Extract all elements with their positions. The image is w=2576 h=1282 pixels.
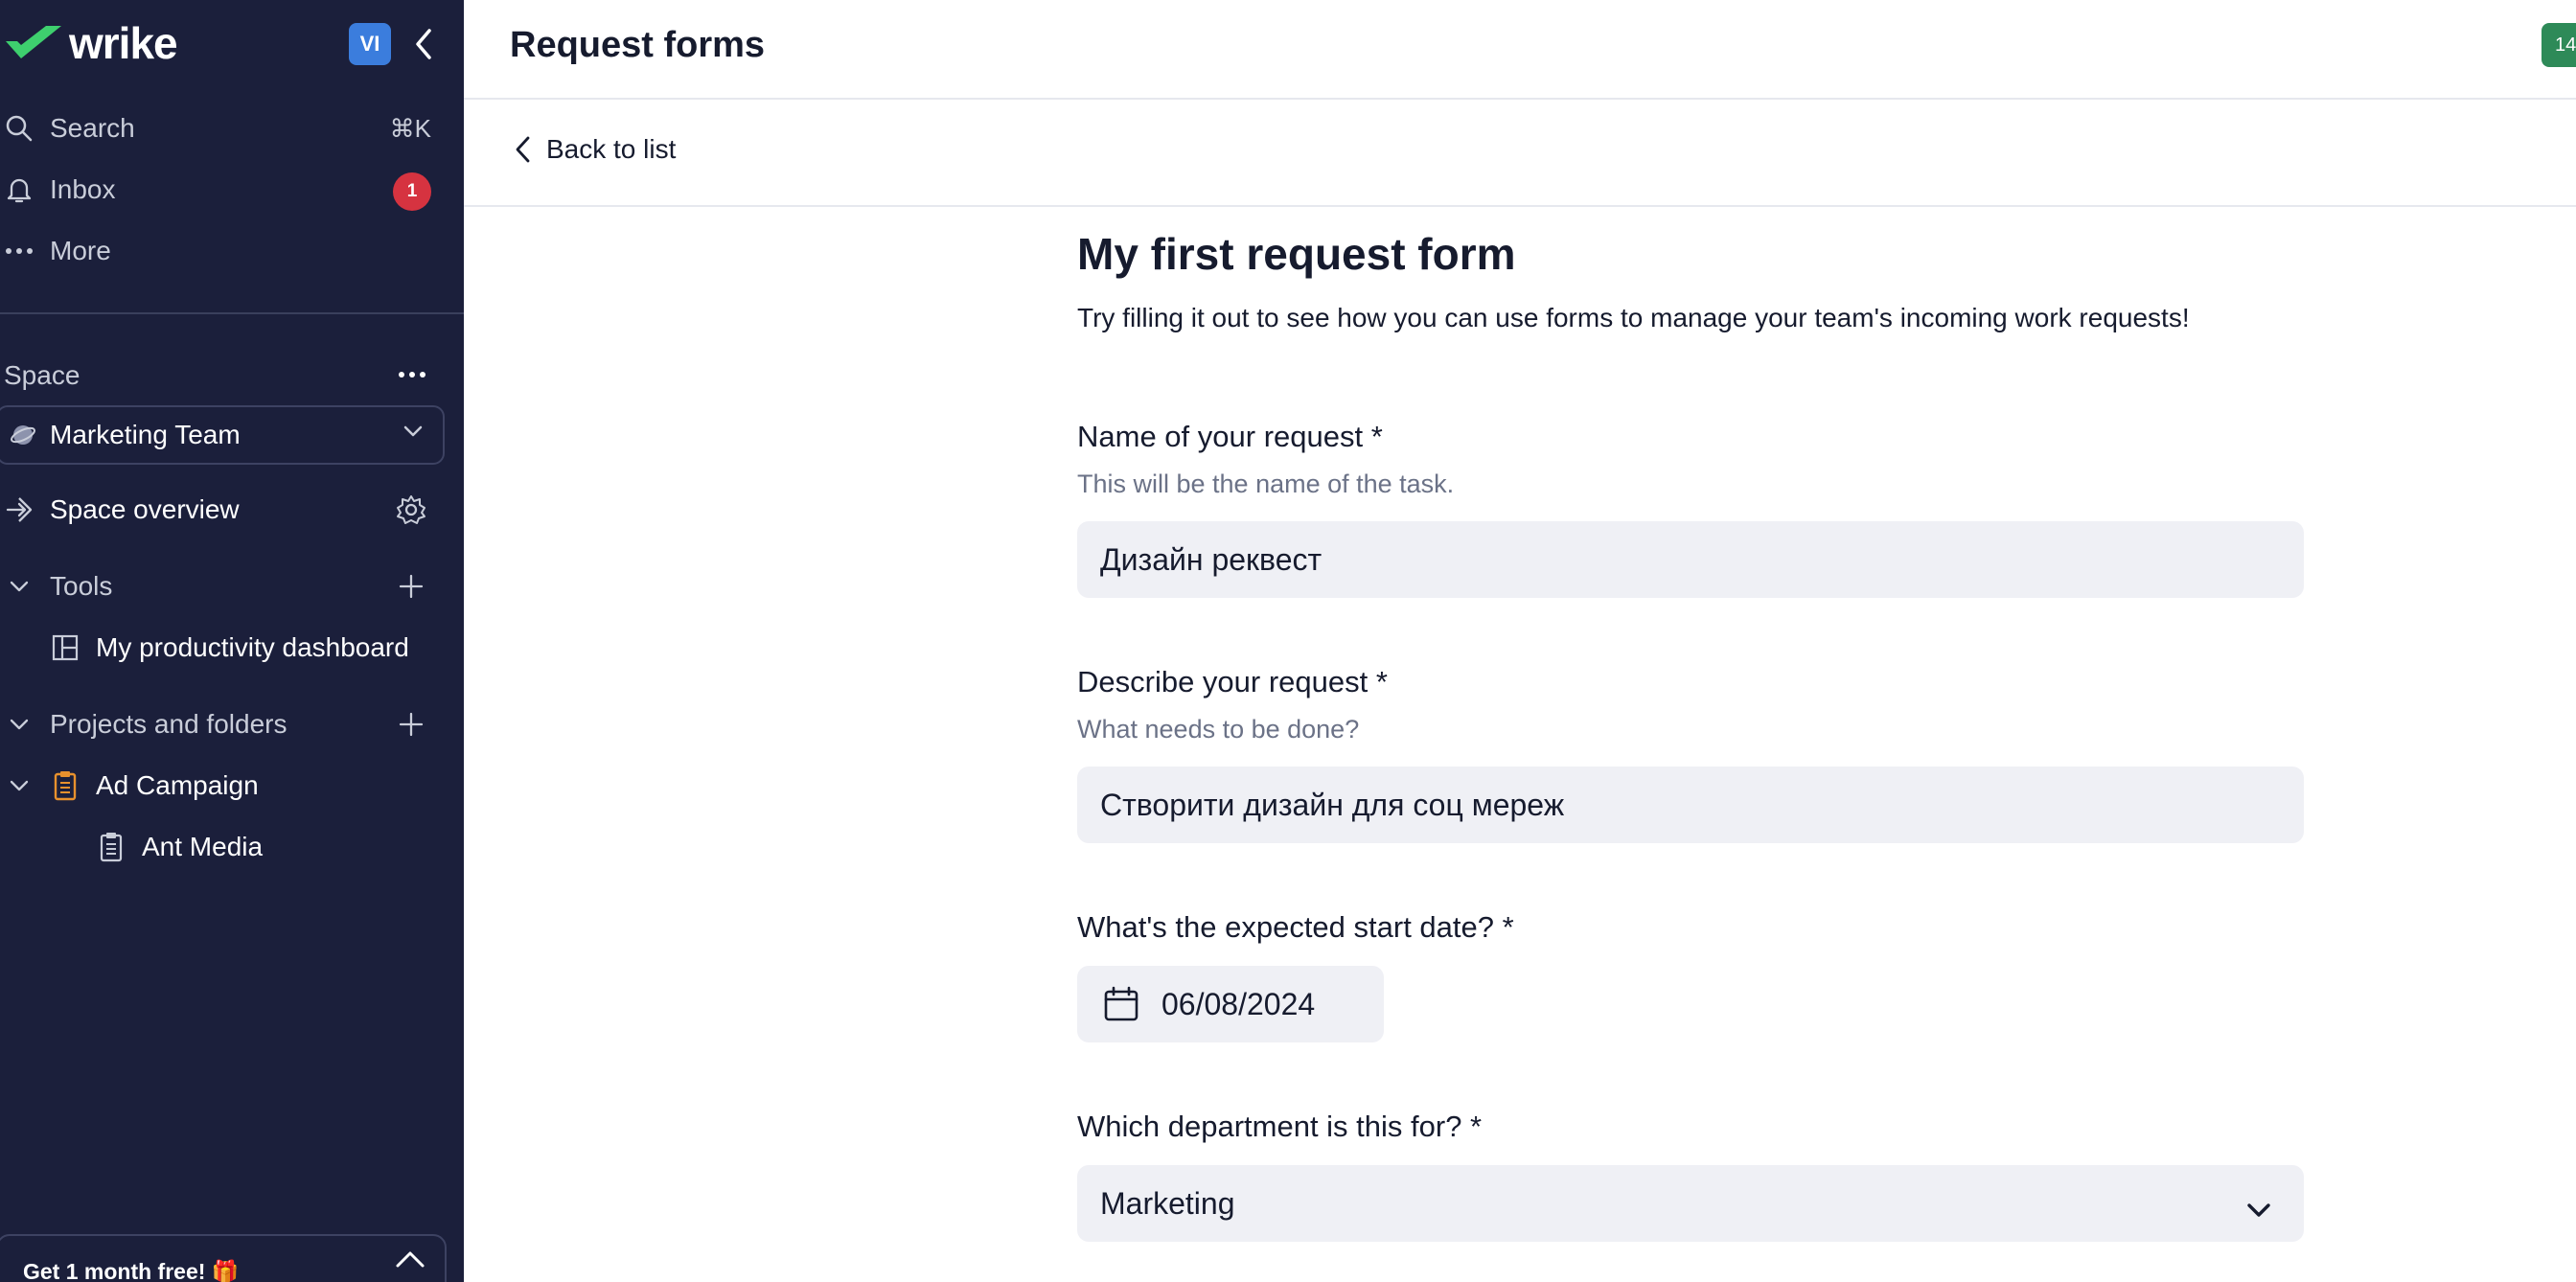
request-form: My first request form Try filling it out…	[1077, 228, 2304, 1242]
dashboard-label: My productivity dashboard	[96, 632, 409, 662]
department-value: Marketing	[1100, 1185, 1235, 1221]
sidebar-item-ant-media[interactable]: Ant Media	[92, 828, 263, 866]
start-date-picker[interactable]: 06/08/2024	[1077, 966, 1384, 1042]
space-options-button[interactable]	[395, 362, 429, 387]
request-description-input[interactable]: Створити дизайн для соц мереж	[1077, 767, 2304, 843]
wrike-logo[interactable]: wrike	[4, 17, 178, 69]
more-dots-icon	[399, 372, 426, 378]
field-label-request-description: Describe your request *	[1077, 665, 1388, 698]
space-overview-label: Space overview	[50, 494, 240, 524]
calendar-icon	[1104, 986, 1138, 1021]
field-hint-request-name: This will be the name of the task.	[1077, 469, 1455, 498]
field-hint-request-description: What needs to be done?	[1077, 715, 1360, 744]
back-label: Back to list	[546, 134, 677, 164]
form-description: Try filling it out to see how you can us…	[1077, 303, 2190, 332]
space-icon	[10, 422, 36, 448]
ant-media-label: Ant Media	[142, 832, 264, 861]
back-bar: Back to list	[464, 100, 2576, 207]
ad-campaign-label: Ad Campaign	[96, 770, 259, 800]
status-badge[interactable]: 14	[2542, 23, 2576, 67]
plus-icon	[399, 574, 424, 599]
more-label: More	[50, 236, 111, 265]
search-shortcut: ⌘K	[389, 113, 431, 143]
inbox-count-badge: 1	[393, 172, 431, 211]
sidebar-item-space-overview[interactable]: Space overview	[0, 491, 240, 529]
projects-label: Projects and folders	[50, 709, 288, 739]
promo-text: Get 1 month free! 🎁	[23, 1259, 240, 1282]
sidebar-item-more[interactable]: More	[0, 232, 111, 270]
form-title: My first request form	[1077, 229, 1516, 279]
collapse-sidebar-button[interactable]	[410, 25, 437, 63]
search-icon	[0, 109, 38, 148]
back-to-list-link[interactable]: Back to list	[514, 134, 676, 165]
more-dots-icon	[0, 232, 38, 270]
sidebar-item-inbox[interactable]: Inbox	[0, 171, 116, 209]
field-label-start-date: What's the expected start date? *	[1077, 910, 1514, 944]
sidebar-search[interactable]: Search ⌘K	[0, 109, 464, 148]
add-project-button[interactable]	[395, 708, 427, 741]
request-name-input[interactable]: Дизайн реквест	[1077, 521, 2304, 598]
inbox-label: Inbox	[50, 174, 116, 204]
bell-icon	[0, 171, 38, 209]
add-tool-button[interactable]	[395, 570, 427, 603]
chevron-down-icon	[402, 424, 424, 443]
department-select[interactable]: Marketing	[1077, 1165, 2304, 1242]
enter-icon	[0, 491, 38, 529]
project-icon	[92, 828, 130, 866]
promo-banner[interactable]: Get 1 month free! 🎁	[0, 1234, 447, 1282]
page-title: Request forms	[510, 25, 766, 65]
space-selector[interactable]: Marketing Team	[0, 405, 445, 465]
chevron-left-icon	[416, 29, 431, 59]
search-label: Search	[50, 113, 135, 143]
chevron-left-icon	[516, 136, 530, 163]
project-icon	[46, 767, 84, 805]
space-settings-button[interactable]	[395, 493, 427, 526]
plus-icon	[399, 712, 424, 737]
tools-label: Tools	[50, 571, 113, 601]
chevron-up-icon[interactable]	[395, 1249, 426, 1273]
field-label-request-name: Name of your request *	[1077, 420, 1383, 453]
projects-section-toggle[interactable]: Projects and folders	[0, 705, 287, 744]
sidebar-divider	[0, 312, 464, 314]
chevron-down-icon	[0, 567, 38, 606]
sidebar: wrike VI Search ⌘K Inbox 1 More Space Ma…	[0, 0, 464, 1282]
sidebar-item-ad-campaign[interactable]: Ad Campaign	[0, 767, 259, 805]
avatar[interactable]: VI	[349, 23, 391, 65]
space-name: Marketing Team	[50, 420, 241, 449]
wrike-check-icon	[6, 26, 61, 58]
field-label-department: Which department is this for? *	[1077, 1110, 1483, 1143]
start-date-value: 06/08/2024	[1162, 986, 1316, 1021]
page-header: Request forms 14	[464, 0, 2576, 100]
chevron-down-icon	[2246, 1192, 2271, 1227]
logo-text: wrike	[69, 18, 178, 68]
main-content: Request forms 14 Back to list My first r…	[464, 0, 2576, 1282]
chevron-down-icon	[0, 705, 38, 744]
gear-icon	[397, 495, 426, 524]
sidebar-item-dashboard[interactable]: My productivity dashboard	[46, 629, 409, 667]
dashboard-icon	[46, 629, 84, 667]
chevron-down-icon	[0, 767, 38, 805]
space-label: Space	[4, 360, 80, 390]
tools-section-toggle[interactable]: Tools	[0, 567, 112, 606]
